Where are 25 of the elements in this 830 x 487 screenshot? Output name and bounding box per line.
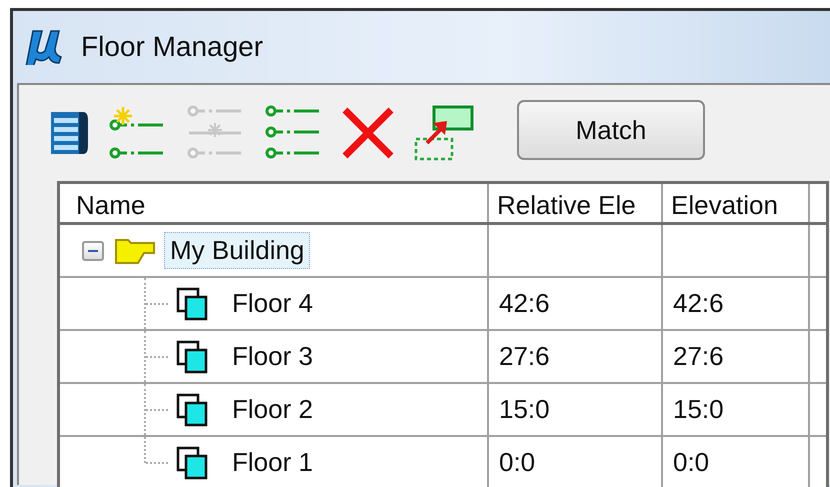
floor-icon xyxy=(176,446,208,480)
elevation-cell: 27:6 xyxy=(673,341,724,372)
elevation-cell: 0:0 xyxy=(673,447,710,478)
relative-elevation-cell: 27:6 xyxy=(499,341,550,372)
tree-item[interactable]: Floor 1 xyxy=(226,444,319,481)
match-button[interactable]: Match xyxy=(517,100,705,160)
name-column-header[interactable]: Name xyxy=(76,190,146,220)
tree-item[interactable]: Floor 3 xyxy=(226,338,319,375)
relative-elevation-cell: 15:0 xyxy=(499,394,550,425)
floor-icon xyxy=(176,286,208,320)
window-title: Floor Manager xyxy=(81,31,264,63)
relative-elevation-cell: 0:0 xyxy=(499,447,536,478)
delete-icon[interactable] xyxy=(341,106,395,160)
document-stack-icon[interactable] xyxy=(49,110,89,156)
relative-elevation-column-header[interactable]: Relative Ele xyxy=(497,190,636,220)
tree-item[interactable]: Floor 2 xyxy=(226,391,319,428)
floor-icon xyxy=(176,392,208,426)
elevation-cell: 42:6 xyxy=(673,288,724,319)
elevation-cell: 15:0 xyxy=(673,394,724,425)
tree-item[interactable]: My Building xyxy=(164,232,310,269)
elevation-column-header[interactable]: Elevation xyxy=(671,190,778,220)
collapse-toggle[interactable] xyxy=(82,240,104,260)
tree-item[interactable]: Floor 4 xyxy=(226,285,319,322)
floor-icon xyxy=(176,340,208,374)
relative-elevation-cell: 42:6 xyxy=(499,288,550,319)
